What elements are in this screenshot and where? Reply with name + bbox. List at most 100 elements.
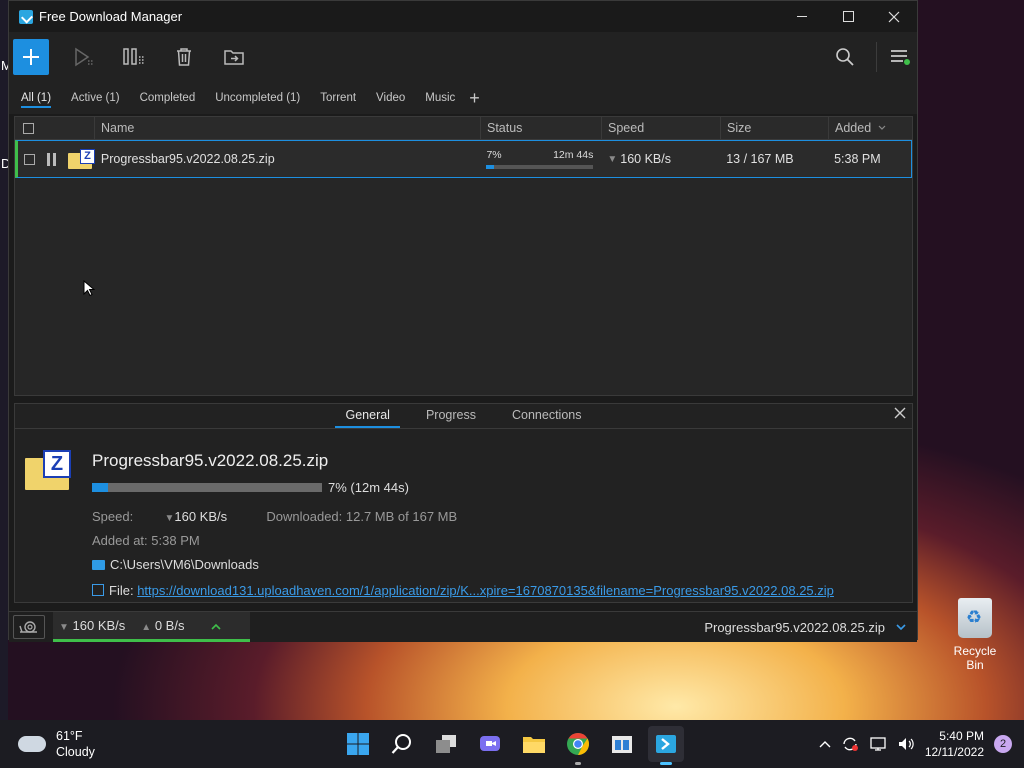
tab-completed[interactable]: Completed xyxy=(140,88,196,108)
column-size[interactable]: Size xyxy=(721,117,829,139)
column-status[interactable]: Status xyxy=(481,117,602,139)
folder-move-icon xyxy=(224,50,244,65)
recycle-bin-desktop-icon[interactable]: Recycle Bin xyxy=(944,598,1006,672)
tab-connections[interactable]: Connections xyxy=(502,404,592,428)
column-added-header[interactable]: Added xyxy=(829,117,912,139)
status-current-file: Progressbar95.v2022.08.25.zip xyxy=(704,619,885,635)
row-checkbox[interactable] xyxy=(24,153,35,165)
download-arrow-icon: ▼ xyxy=(607,153,618,165)
desktop-edge: M D xyxy=(0,0,12,720)
column-name[interactable]: Name xyxy=(95,117,481,139)
snail-icon xyxy=(19,621,37,633)
tab-music[interactable]: Music xyxy=(425,88,455,108)
row-size: 13 / 167 MB xyxy=(726,152,794,166)
current-file-selector[interactable]: Progressbar95.v2022.08.25.zip xyxy=(704,620,907,635)
menu-icon xyxy=(891,50,910,65)
download-arrow-icon: ▼ xyxy=(59,622,69,633)
fdm-taskbar-button[interactable] xyxy=(648,726,684,765)
search-taskbar-button[interactable] xyxy=(384,726,420,762)
add-tab-button[interactable]: + xyxy=(469,88,480,109)
chevron-up-icon xyxy=(211,623,222,630)
row-pause-icon[interactable] xyxy=(47,152,56,166)
minimize-button[interactable] xyxy=(779,1,825,32)
taskbar: 61°F Cloudy 5:40 PM 12/11/2022 2 xyxy=(0,720,1024,768)
mouse-cursor-icon xyxy=(83,280,95,296)
main-menu-button[interactable] xyxy=(883,39,917,75)
task-view-button[interactable] xyxy=(428,726,464,762)
teams-chat-button[interactable] xyxy=(472,726,508,762)
close-details-button[interactable] xyxy=(894,406,906,424)
move-to-folder-button[interactable] xyxy=(209,39,259,75)
search-button[interactable] xyxy=(820,39,870,75)
sync-icon[interactable] xyxy=(841,736,859,752)
network-icon[interactable] xyxy=(869,736,887,752)
store-button[interactable] xyxy=(604,726,640,762)
pause-icon xyxy=(123,48,145,65)
weather-condition: Cloudy xyxy=(56,745,95,759)
down-speed-group: ▼ 160 KB/s xyxy=(59,618,125,633)
pause-button[interactable] xyxy=(109,39,159,75)
row-speed: 160 KB/s xyxy=(620,152,671,166)
speed-limit-button[interactable] xyxy=(13,615,45,639)
recycle-bin-icon xyxy=(958,598,992,638)
store-icon xyxy=(612,736,632,753)
close-icon xyxy=(888,11,900,22)
list-header: Name Status Speed Size Added xyxy=(15,117,912,140)
downloaded-value: 12.7 MB of 167 MB xyxy=(345,509,458,524)
tab-progress[interactable]: Progress xyxy=(416,404,486,428)
row-progress-fill xyxy=(486,165,494,169)
row-speed-cell: ▼ 160 KB/s xyxy=(601,141,720,177)
tab-general[interactable]: General xyxy=(335,404,400,428)
clock-date: 12/11/2022 xyxy=(924,745,984,759)
status-bar: ▼ 160 KB/s ▲ 0 B/s Progressbar95.v2022.0… xyxy=(9,611,917,642)
file-explorer-button[interactable] xyxy=(516,726,552,762)
added-value: 5:38 PM xyxy=(151,533,200,548)
close-button[interactable] xyxy=(871,1,917,32)
file-label: File: xyxy=(109,583,134,598)
chrome-button[interactable] xyxy=(560,726,596,765)
detail-added-line: Added at: 5:38 PM xyxy=(92,533,200,548)
title-bar[interactable]: Free Download Manager xyxy=(9,1,917,32)
download-arrow-icon: ▼ xyxy=(164,513,175,524)
add-download-button[interactable] xyxy=(13,39,49,75)
tab-all[interactable]: All (1) xyxy=(21,88,52,108)
download-folder-path[interactable]: C:\Users\VM6\Downloads xyxy=(110,557,259,572)
minimize-icon xyxy=(797,16,807,17)
clock[interactable]: 5:40 PM 12/11/2022 xyxy=(925,728,984,760)
zip-file-icon: Z xyxy=(25,450,71,490)
resume-button[interactable] xyxy=(59,39,109,75)
row-status: 7% 12m 44s xyxy=(480,141,601,177)
delete-button[interactable] xyxy=(159,39,209,75)
column-speed[interactable]: Speed xyxy=(602,117,721,139)
detail-file-name: Progressbar95.v2022.08.25.zip xyxy=(92,451,329,470)
search-icon xyxy=(836,48,854,66)
recycle-bin-label: Recycle Bin xyxy=(953,644,997,672)
added-label: Added at: xyxy=(92,533,148,548)
select-all-checkbox[interactable] xyxy=(23,122,34,134)
tab-uncompleted[interactable]: Uncompleted (1) xyxy=(215,88,300,108)
detail-folder-line[interactable]: C:\Users\VM6\Downloads xyxy=(92,557,259,572)
chevron-up-icon[interactable] xyxy=(819,740,831,748)
start-button[interactable] xyxy=(340,726,376,762)
maximize-button[interactable] xyxy=(825,1,871,32)
download-list: Name Status Speed Size Added Z Progressb… xyxy=(14,116,913,396)
up-speed-group: ▲ 0 B/s xyxy=(141,618,184,633)
tab-video[interactable]: Video xyxy=(376,88,405,108)
clock-time: 5:40 PM xyxy=(939,729,984,743)
notification-badge[interactable]: 2 xyxy=(994,735,1012,753)
tab-torrent[interactable]: Torrent xyxy=(320,88,356,108)
detail-progress-bar xyxy=(92,483,322,492)
traffic-summary[interactable]: ▼ 160 KB/s ▲ 0 B/s xyxy=(53,612,250,642)
detail-file-line: File: https://download131.uploadhaven.co… xyxy=(92,583,834,598)
taskbar-apps xyxy=(340,726,684,765)
select-all-header xyxy=(15,117,95,139)
file-url-link[interactable]: https://download131.uploadhaven.com/1/ap… xyxy=(137,583,834,598)
row-file-name: Progressbar95.v2022.08.25.zip xyxy=(100,152,275,166)
table-row[interactable]: Z Progressbar95.v2022.08.25.zip 7% 12m 4… xyxy=(15,140,912,178)
tab-active[interactable]: Active (1) xyxy=(71,88,120,108)
trash-icon xyxy=(177,48,191,66)
weather-widget[interactable]: 61°F Cloudy xyxy=(18,728,95,760)
detail-progress-text: 7% (12m 44s) xyxy=(328,480,409,495)
volume-icon[interactable] xyxy=(897,736,915,752)
status-up-speed: 0 B/s xyxy=(154,618,185,633)
